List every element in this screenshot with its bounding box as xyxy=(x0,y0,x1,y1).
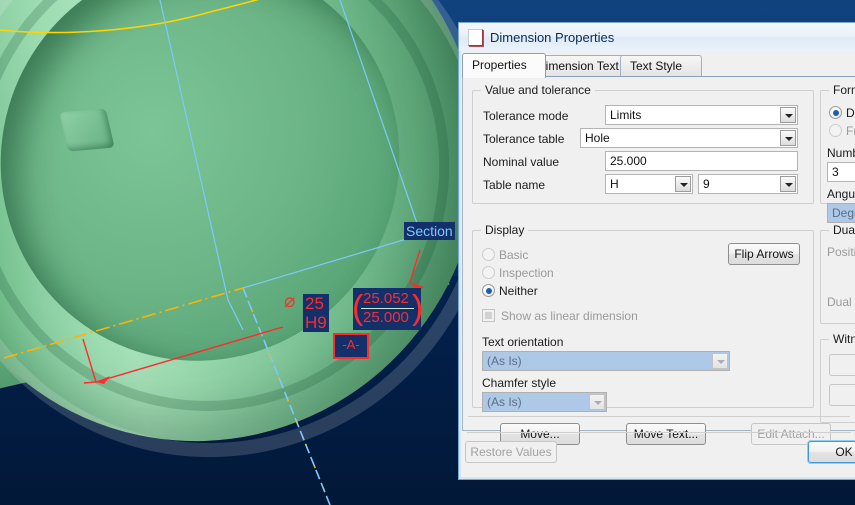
angular-units-combo[interactable]: Degrees xyxy=(827,203,855,223)
tab-text-style[interactable]: Text Style xyxy=(620,55,702,78)
radio-fractional[interactable]: Fractional xyxy=(829,124,855,138)
angular-units-label: Angular units xyxy=(827,187,855,201)
chamfer-style-value: (As Is) xyxy=(487,395,522,409)
action-row-separator xyxy=(468,416,850,417)
tab-properties[interactable]: Properties xyxy=(462,53,546,78)
nominal-value-text: 25.000 xyxy=(610,154,647,168)
tolerance-table-label: Tolerance table xyxy=(483,132,565,146)
datum-feature-symbol[interactable]: -A- xyxy=(333,333,369,359)
radio-decimal-dot xyxy=(829,106,842,119)
dimension-leader-red xyxy=(95,326,284,383)
number-of-decimals-value: 3 xyxy=(832,165,839,179)
number-of-decimals-input[interactable]: 3 xyxy=(827,162,855,182)
table-name-grade-value: 9 xyxy=(703,177,710,191)
table-name-letter-combo[interactable]: H xyxy=(605,174,693,194)
centerline-dashdot-yellow xyxy=(3,287,244,359)
show-as-linear-dimension-label: Show as linear dimension xyxy=(501,309,638,323)
checkbox-box xyxy=(482,309,495,322)
dual-position-label: Position xyxy=(827,245,855,259)
tab-properties-label: Properties xyxy=(472,58,527,72)
tolerance-table-value: Hole xyxy=(585,131,610,145)
nominal-value-label: Nominal value xyxy=(483,155,560,169)
ok-button[interactable]: OK xyxy=(808,441,855,463)
flip-arrows-label: Flip Arrows xyxy=(734,247,794,261)
dimension-properties-dialog[interactable]: Dimension Properties Properties Dimensio… xyxy=(458,22,855,480)
witness-show-button[interactable]: Show... xyxy=(829,354,855,376)
radio-inspection-dot xyxy=(482,266,495,279)
dimension-nominal-text: 25 H9 xyxy=(303,294,329,332)
chevron-down-icon[interactable] xyxy=(589,394,605,410)
radio-basic-dot xyxy=(482,248,495,261)
dialog-footer: Restore Values OK xyxy=(462,432,855,476)
dimension-arrow-red-left xyxy=(96,376,110,384)
radio-neither[interactable]: Neither xyxy=(482,284,538,298)
document-icon xyxy=(468,28,483,46)
radio-basic[interactable]: Basic xyxy=(482,248,528,262)
chevron-down-icon[interactable] xyxy=(712,353,728,369)
tolerance-mode-label: Tolerance mode xyxy=(483,109,569,123)
tolerance-table-combo[interactable]: Hole xyxy=(580,128,798,148)
radio-neither-label: Neither xyxy=(499,284,538,298)
restore-values-button[interactable]: Restore Values xyxy=(465,441,557,463)
show-as-linear-dimension-checkbox[interactable]: Show as linear dimension xyxy=(482,309,638,323)
table-name-letter-value: H xyxy=(610,177,619,191)
axis-line-blue-left xyxy=(159,0,244,331)
tolerance-mode-value: Limits xyxy=(610,108,642,122)
group-witness-lines-label: Witness lines xyxy=(829,332,855,346)
radio-neither-dot xyxy=(482,284,495,297)
text-orientation-label: Text orientation xyxy=(482,335,564,349)
number-of-decimals-label: Number of decimals xyxy=(827,146,855,160)
diameter-symbol: ⌀ xyxy=(284,291,296,312)
chamfer-style-label: Chamfer style xyxy=(482,376,557,390)
centerline-arc-yellow xyxy=(0,0,260,34)
chamfer-style-combo[interactable]: (As Is) xyxy=(482,392,607,412)
group-display-label: Display xyxy=(481,223,529,237)
radio-decimal[interactable]: Decimal xyxy=(829,106,855,120)
group-format-label: Format xyxy=(829,83,855,97)
dialog-titlebar[interactable]: Dimension Properties xyxy=(459,23,855,51)
table-name-grade-combo[interactable]: 9 xyxy=(698,174,798,194)
radio-fractional-dot xyxy=(829,124,842,137)
dialog-title: Dimension Properties xyxy=(490,29,615,45)
dimension-witness-red-left xyxy=(82,338,97,384)
tolerance-mode-combo[interactable]: Limits xyxy=(605,105,798,125)
angular-units-value: Degrees xyxy=(832,206,855,220)
dimension-lower-limit: 25.000 xyxy=(363,309,409,326)
flip-arrows-button[interactable]: Flip Arrows xyxy=(728,243,800,265)
witness-default-button[interactable]: Default... xyxy=(829,384,855,406)
chevron-down-icon[interactable] xyxy=(780,176,796,192)
chevron-down-icon[interactable] xyxy=(780,130,796,146)
dimension-upper-limit: 25.052 xyxy=(363,290,409,307)
datum-label-text: -A- xyxy=(342,337,360,352)
nominal-value-input[interactable]: 25.000 xyxy=(605,151,798,171)
chevron-down-icon[interactable] xyxy=(675,176,691,192)
dual-decimals-label: Dual decimals xyxy=(827,295,855,309)
tab-page-properties: Value and tolerance Tolerance mode Limit… xyxy=(462,76,855,445)
ok-label: OK xyxy=(835,445,853,459)
tab-strip[interactable]: Properties Dimension Text Text Style xyxy=(462,53,855,78)
section-leader-blue xyxy=(242,231,431,289)
axis-line-blue-right xyxy=(339,0,421,233)
radio-fractional-label: Fractional xyxy=(846,124,855,138)
tab-dimension-text-label: Dimension Text xyxy=(537,59,619,73)
radio-inspection-label: Inspection xyxy=(499,266,554,280)
text-orientation-combo[interactable]: (As Is) xyxy=(482,351,730,371)
group-value-and-tolerance-label: Value and tolerance xyxy=(481,83,595,97)
radio-basic-label: Basic xyxy=(499,248,529,262)
dimension-witness-red-right xyxy=(409,249,421,283)
group-dual-dimensions-label: Dual dimensions xyxy=(829,223,855,237)
footer-separator xyxy=(467,432,851,433)
restore-values-label: Restore Values xyxy=(470,445,552,459)
chevron-down-icon[interactable] xyxy=(780,107,796,123)
radio-decimal-label: Decimal xyxy=(846,106,855,120)
section-label[interactable]: Section xyxy=(404,222,455,240)
text-orientation-value: (As Is) xyxy=(487,354,522,368)
table-name-label: Table name xyxy=(483,178,546,192)
section-label-text: Section xyxy=(406,223,453,239)
tab-text-style-label: Text Style xyxy=(630,59,683,73)
radio-inspection[interactable]: Inspection xyxy=(482,266,554,280)
group-witness-lines: Witness lines xyxy=(820,332,855,423)
